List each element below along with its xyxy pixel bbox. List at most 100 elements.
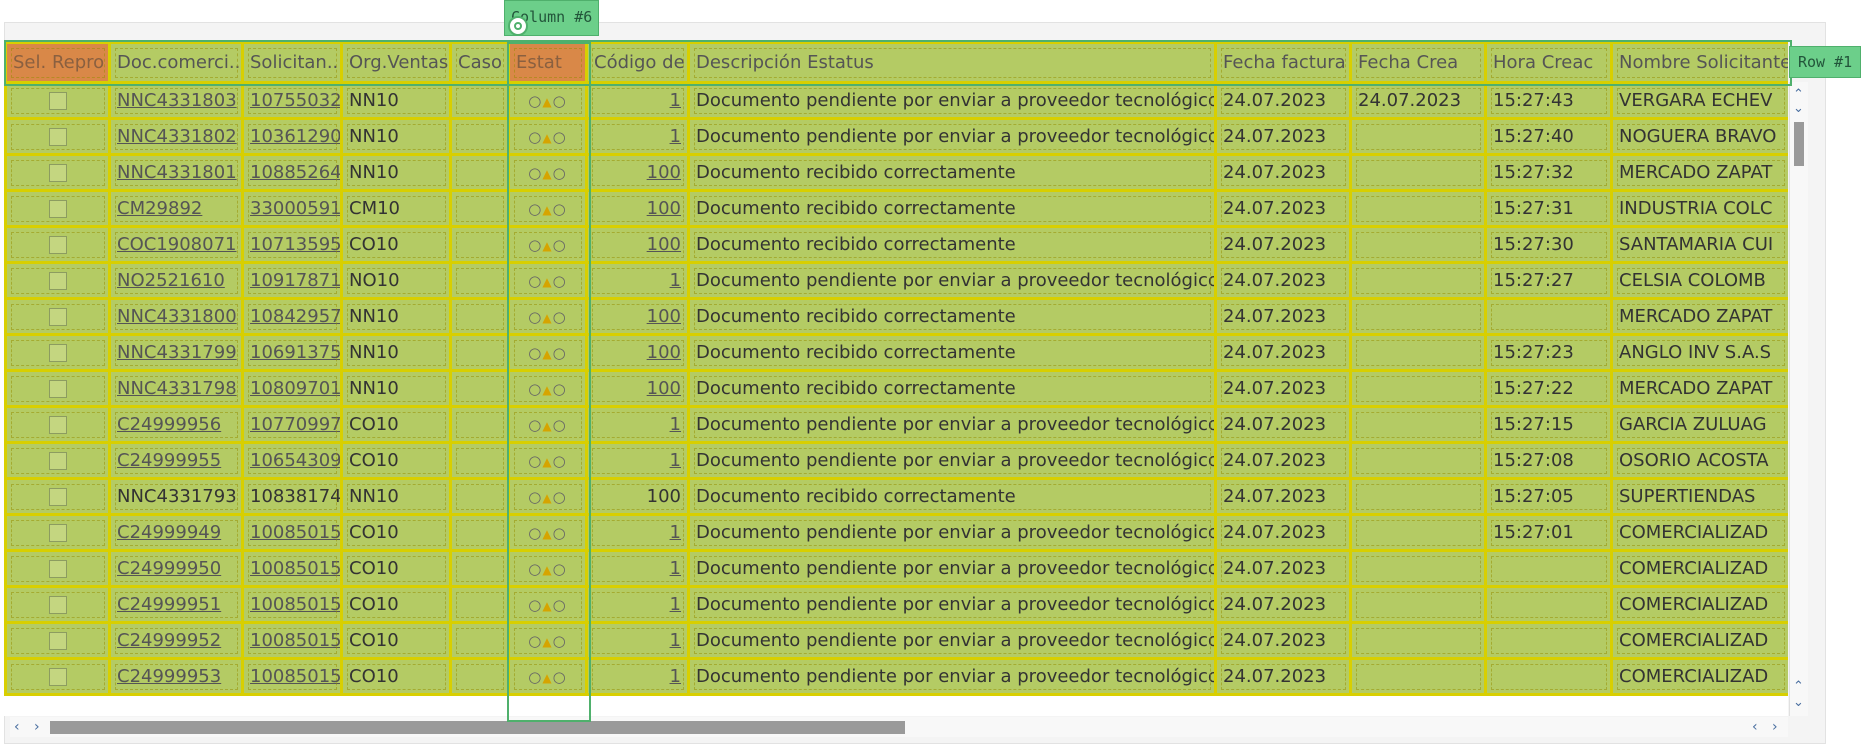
chevron-up-icon[interactable]: ⌃ bbox=[1793, 88, 1804, 102]
chevron-up-icon[interactable]: ⌃ bbox=[1793, 680, 1804, 694]
doc-comercial-cell[interactable]: C24999955 bbox=[108, 441, 244, 480]
row-checkbox[interactable] bbox=[48, 668, 67, 686]
chevron-down-icon[interactable]: ⌄ bbox=[1793, 696, 1804, 710]
table-row[interactable]: NNC4331800 10842957 NN10 ○▲○ 100 Documento re… bbox=[4, 297, 1788, 336]
solicitante-cell-link[interactable]: 10085015 bbox=[250, 594, 339, 615]
doc-comercial-cell[interactable]: NO2521610 bbox=[108, 261, 244, 300]
table-row[interactable]: COC1908071 10713595 CO10 ○▲○ 100 Documento re… bbox=[4, 225, 1788, 264]
doc-comercial-cell[interactable]: C24999949 bbox=[108, 513, 244, 552]
row-checkbox[interactable] bbox=[48, 272, 67, 290]
codigo-cell[interactable]: 100 bbox=[585, 477, 690, 516]
doc-comercial-cell[interactable]: NNC4331801 bbox=[108, 153, 244, 192]
select-cell[interactable] bbox=[4, 297, 111, 336]
select-cell[interactable] bbox=[4, 225, 111, 264]
solicitante-cell-link[interactable]: 10085015 bbox=[250, 630, 339, 651]
select-cell[interactable] bbox=[4, 153, 111, 192]
doc-comercial-cell-link[interactable]: COC1908071 bbox=[117, 234, 236, 255]
codigo-cell-link[interactable]: 100 bbox=[647, 378, 681, 399]
table-row[interactable]: NNC4331793 10838174 NN10 ○▲○ 100 Documento re… bbox=[4, 477, 1788, 516]
table-row[interactable]: C24999955 10654309 CO10 ○▲○ 1 Documento pendi… bbox=[4, 441, 1788, 480]
select-cell[interactable] bbox=[4, 477, 111, 516]
doc-comercial-cell[interactable]: NNC4331799 bbox=[108, 333, 244, 372]
doc-comercial-cell-link[interactable]: C24999952 bbox=[117, 630, 221, 651]
select-cell[interactable] bbox=[4, 405, 111, 444]
codigo-cell-link[interactable]: 1 bbox=[670, 90, 681, 111]
codigo-cell-link[interactable]: 1 bbox=[670, 126, 681, 147]
solicitante-cell[interactable]: 10885264 bbox=[241, 153, 343, 192]
doc-comercial-cell[interactable]: NNC4331800 bbox=[108, 297, 244, 336]
solicitante-cell-link[interactable]: 10361290 bbox=[250, 126, 339, 147]
codigo-cell[interactable]: 100 bbox=[585, 297, 690, 336]
solicitante-cell[interactable]: 10085015 bbox=[241, 585, 343, 624]
doc-comercial-cell[interactable]: C24999951 bbox=[108, 585, 244, 624]
row-checkbox[interactable] bbox=[48, 164, 67, 182]
doc-comercial-cell[interactable]: C24999953 bbox=[108, 657, 244, 696]
solicitante-cell[interactable]: 10713595 bbox=[241, 225, 343, 264]
codigo-cell[interactable]: 1 bbox=[585, 117, 690, 156]
solicitante-cell-link[interactable]: 10770997 bbox=[250, 414, 339, 435]
row-checkbox[interactable] bbox=[48, 344, 67, 362]
codigo-cell[interactable]: 1 bbox=[585, 621, 690, 660]
codigo-cell[interactable]: 100 bbox=[585, 225, 690, 264]
doc-comercial-cell-link[interactable]: NO2521610 bbox=[117, 270, 225, 291]
doc-comercial-cell-link[interactable]: NNC4331798 bbox=[117, 378, 237, 399]
solicitante-cell[interactable]: 10085015 bbox=[241, 657, 343, 696]
solicitante-cell[interactable]: 10842957 bbox=[241, 297, 343, 336]
column-header[interactable]: Descripción Estatus bbox=[687, 41, 1217, 84]
column-header[interactable]: Fecha Crea bbox=[1349, 41, 1487, 84]
row-checkbox[interactable] bbox=[48, 596, 67, 614]
chevron-left-icon[interactable]: ‹ bbox=[14, 717, 20, 737]
select-cell[interactable] bbox=[4, 513, 111, 552]
row-checkbox[interactable] bbox=[48, 236, 67, 254]
solicitante-cell[interactable]: 10085015 bbox=[241, 621, 343, 660]
column-header[interactable]: Sel. Repro bbox=[4, 41, 111, 84]
solicitante-cell[interactable]: 10085015 bbox=[241, 513, 343, 552]
column-header[interactable]: Caso bbox=[449, 41, 510, 84]
doc-comercial-cell-link[interactable]: NNC4331802 bbox=[117, 126, 237, 147]
select-cell[interactable] bbox=[4, 81, 111, 120]
row-checkbox[interactable] bbox=[48, 416, 67, 434]
doc-comercial-cell[interactable]: NNC4331798 bbox=[108, 369, 244, 408]
solicitante-cell-link[interactable]: 33000591 bbox=[250, 198, 339, 219]
codigo-cell[interactable]: 1 bbox=[585, 261, 690, 300]
doc-comercial-cell[interactable]: C24999956 bbox=[108, 405, 244, 444]
doc-comercial-cell[interactable]: C24999950 bbox=[108, 549, 244, 588]
solicitante-cell-link[interactable]: 10755032 bbox=[250, 90, 339, 111]
table-row[interactable]: NO2521610 10917871 NO10 ○▲○ 1 Documento pendi… bbox=[4, 261, 1788, 300]
solicitante-cell[interactable]: 10917871 bbox=[241, 261, 343, 300]
solicitante-cell[interactable]: 10755032 bbox=[241, 81, 343, 120]
solicitante-cell-link[interactable]: 10654309 bbox=[250, 450, 339, 471]
select-cell[interactable] bbox=[4, 585, 111, 624]
doc-comercial-cell-link[interactable]: NNC4331801 bbox=[117, 162, 237, 183]
solicitante-cell[interactable]: 10654309 bbox=[241, 441, 343, 480]
codigo-cell-link[interactable]: 100 bbox=[647, 306, 681, 327]
codigo-cell[interactable]: 1 bbox=[585, 441, 690, 480]
vertical-scroll-thumb[interactable] bbox=[1794, 122, 1804, 166]
select-cell[interactable] bbox=[4, 621, 111, 660]
codigo-cell[interactable]: 100 bbox=[585, 153, 690, 192]
table-row[interactable]: CM29892 33000591 CM10 ○▲○ 100 Documento recib… bbox=[4, 189, 1788, 228]
codigo-cell-link[interactable]: 1 bbox=[670, 666, 681, 687]
row-checkbox[interactable] bbox=[48, 452, 67, 470]
codigo-cell-link[interactable]: 100 bbox=[647, 342, 681, 363]
chevron-left-icon[interactable]: ‹ bbox=[1752, 717, 1758, 737]
doc-comercial-cell[interactable]: NNC4331802 bbox=[108, 117, 244, 156]
select-cell[interactable] bbox=[4, 117, 111, 156]
codigo-cell-link[interactable]: 100 bbox=[647, 198, 681, 219]
doc-comercial-cell[interactable]: NNC4331803 bbox=[108, 81, 244, 120]
column-header[interactable]: Código de bbox=[585, 41, 690, 84]
codigo-cell[interactable]: 100 bbox=[585, 369, 690, 408]
row-checkbox[interactable] bbox=[48, 128, 67, 146]
table-row[interactable]: C24999952 10085015 CO10 ○▲○ 1 Documento pendi… bbox=[4, 621, 1788, 660]
codigo-cell-link[interactable]: 1 bbox=[670, 594, 681, 615]
row-checkbox[interactable] bbox=[48, 632, 67, 650]
codigo-cell-link[interactable]: 1 bbox=[670, 450, 681, 471]
select-cell[interactable] bbox=[4, 441, 111, 480]
doc-comercial-cell-link[interactable]: C24999955 bbox=[117, 450, 221, 471]
doc-comercial-cell[interactable]: NNC4331793 bbox=[108, 477, 244, 516]
select-cell[interactable] bbox=[4, 189, 111, 228]
codigo-cell[interactable]: 1 bbox=[585, 513, 690, 552]
solicitante-cell-link[interactable]: 10085015 bbox=[250, 666, 339, 687]
doc-comercial-cell-link[interactable]: CM29892 bbox=[117, 198, 202, 219]
solicitante-cell-link[interactable]: 10691375 bbox=[250, 342, 339, 363]
